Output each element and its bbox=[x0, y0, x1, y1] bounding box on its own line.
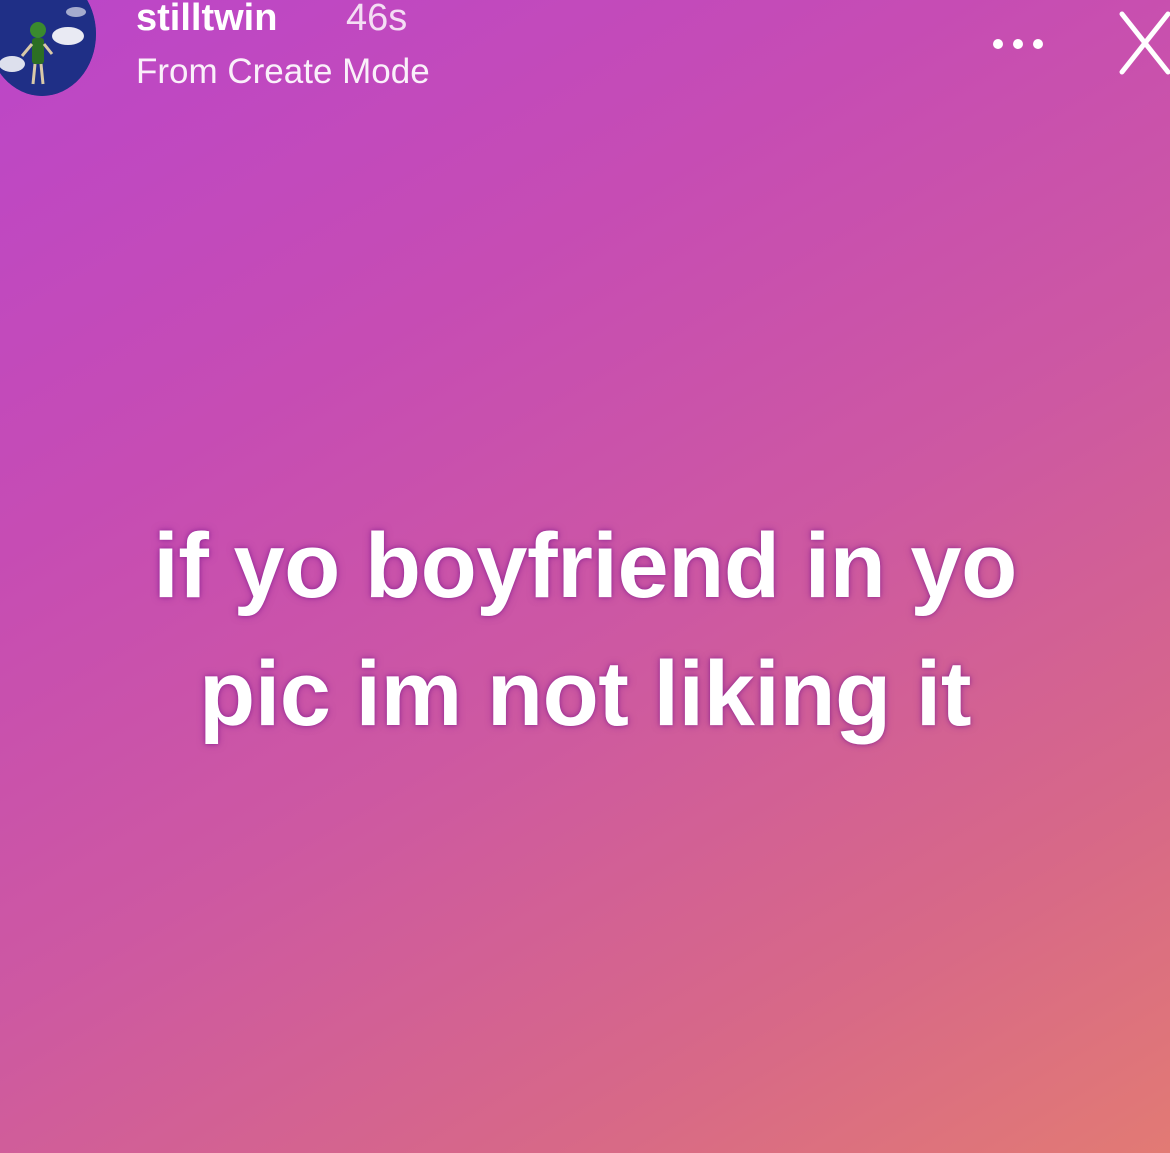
avatar-image bbox=[0, 0, 96, 96]
more-options-button[interactable] bbox=[986, 26, 1050, 62]
avatar[interactable] bbox=[0, 0, 96, 96]
story-caption: if yo boyfriend in yo pic im not liking … bbox=[60, 502, 1110, 758]
story-username[interactable]: stilltwin bbox=[136, 0, 277, 42]
caption-line: if yo boyfriend in yo bbox=[153, 515, 1017, 617]
story-timestamp: 46s bbox=[346, 0, 408, 39]
close-icon bbox=[1119, 11, 1170, 75]
story-header: stilltwin 46s From Create Mode bbox=[0, 0, 1170, 110]
close-button[interactable] bbox=[1112, 8, 1170, 78]
story-view[interactable]: stilltwin 46s From Create Mode if yo boy… bbox=[0, 0, 1170, 1153]
story-subtitle[interactable]: From Create Mode bbox=[136, 50, 430, 94]
more-options-icon bbox=[993, 39, 1043, 49]
caption-line: pic im not liking it bbox=[199, 643, 972, 745]
